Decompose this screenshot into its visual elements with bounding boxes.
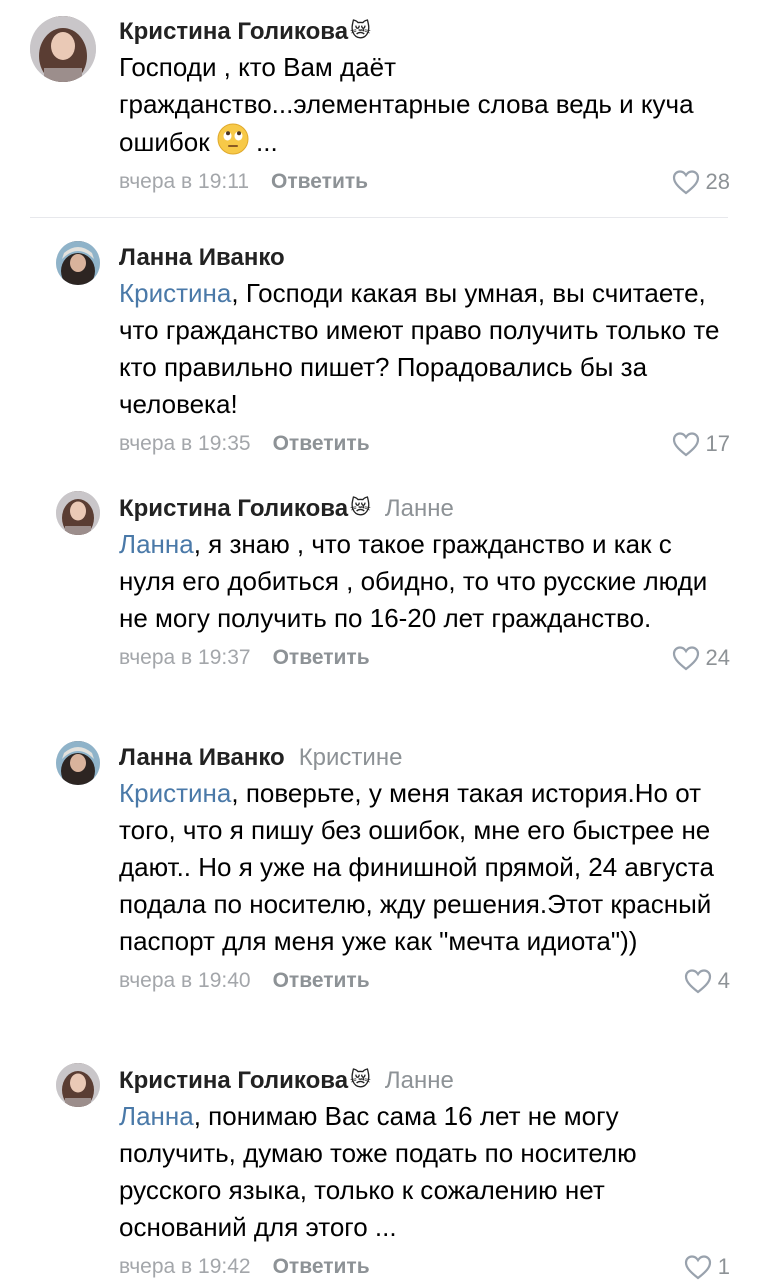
reply-button[interactable]: Ответить [271,170,368,193]
comment-time[interactable]: вчера в 19:11 [119,170,249,193]
reply-button[interactable]: Ответить [273,432,370,455]
comment-text: Кристина, Господи какая вы умная, вы счи… [119,275,730,423]
mention-link[interactable]: Кристина [119,278,231,308]
heart-icon [672,170,699,195]
avatar[interactable] [56,741,100,785]
comment-meta: вчера в 19:35 Ответить 17 [119,429,730,459]
comment-time[interactable]: вчера в 19:37 [119,646,251,669]
comment: Кристина Голикова 😿 Господи , кто Вам даё… [119,16,730,197]
heart-icon [672,646,699,671]
comment-meta: вчера в 19:11 Ответить 28 [119,167,730,197]
avatar[interactable] [56,241,100,285]
reply-button[interactable]: Ответить [273,646,370,669]
heart-icon [684,1255,711,1280]
comment-time[interactable]: вчера в 19:40 [119,969,251,992]
like-button[interactable]: 28 [672,167,730,197]
like-button[interactable]: 17 [672,429,730,459]
comment-text-body: , понимаю Вас сама 16 лет не могу получи… [119,1101,637,1242]
comment-text: Ланна, я знаю , что такое гражданство и … [119,526,730,637]
avatar[interactable] [56,491,100,535]
comment-text-tail: ... [248,127,278,157]
like-count: 17 [705,431,730,456]
reply-button[interactable]: Ответить [273,1255,370,1278]
mention-link[interactable]: Ланна [119,529,194,559]
author-name[interactable]: Ланна Иванко [119,244,285,271]
mention-link[interactable]: Ланна [119,1101,194,1131]
like-button[interactable]: 1 [684,1252,730,1282]
reply-button[interactable]: Ответить [273,969,370,992]
author-name[interactable]: Ланна Иванко [119,744,285,771]
comment-text: Господи , кто Вам даёт гражданство...эле… [119,49,730,161]
like-count: 1 [717,1254,730,1279]
comment-meta: вчера в 19:40 Ответить 4 [119,966,730,996]
reply-to-link[interactable]: Кристине [299,744,403,771]
like-count: 28 [705,169,730,194]
comment: Ланна Иванко Кристине Кристина, поверьте,… [119,743,730,996]
comment-meta: вчера в 19:37 Ответить 24 [119,643,730,673]
comment-text-body: Господи , кто Вам даёт гражданство...эле… [119,52,694,157]
like-button[interactable]: 24 [672,643,730,673]
reply-to-link[interactable]: Ланне [385,1067,454,1094]
comment-header: Ланна Иванко Кристине [119,743,730,773]
divider [30,217,728,218]
comment-text-body: , я знаю , что такое гражданство и как с… [119,529,708,633]
comment-header: Кристина Голикова 😿 [119,16,730,47]
comment-header: Ланна Иванко [119,243,730,273]
comment-header: Кристина Голикова 😿 Ланне [119,493,730,524]
crying-cat-emoji-icon: 😿 [350,20,371,42]
heart-icon [684,969,711,994]
comment-time[interactable]: вчера в 19:35 [119,432,251,455]
author-name[interactable]: Кристина Голикова [119,18,348,45]
comment-text: Кристина, поверьте, у меня такая история… [119,775,730,960]
comment-time[interactable]: вчера в 19:42 [119,1255,251,1278]
heart-icon [672,432,699,457]
comment-meta: вчера в 19:42 Ответить 1 [119,1252,730,1282]
reply-to-link[interactable]: Ланне [385,495,454,522]
comment: Ланна Иванко Кристина, Господи какая вы … [119,243,730,459]
crying-cat-emoji-icon: 😿 [350,497,371,519]
like-count: 4 [717,968,730,993]
mention-link[interactable]: Кристина [119,778,231,808]
avatar[interactable] [30,16,96,82]
like-count: 24 [705,645,730,670]
author-name[interactable]: Кристина Голикова [119,495,348,522]
avatar[interactable] [56,1063,100,1107]
comment-header: Кристина Голикова 😿 Ланне [119,1065,730,1096]
crying-cat-emoji-icon: 😿 [350,1069,371,1091]
comment-text: Ланна, понимаю Вас сама 16 лет не могу п… [119,1098,730,1246]
eye-roll-emoji-icon [217,123,249,155]
comment: Кристина Голикова 😿 Ланне Ланна, понимаю В… [119,1065,730,1282]
author-name[interactable]: Кристина Голикова [119,1067,348,1094]
comment: Кристина Голикова 😿 Ланне Ланна, я знаю , … [119,493,730,673]
like-button[interactable]: 4 [684,966,730,996]
